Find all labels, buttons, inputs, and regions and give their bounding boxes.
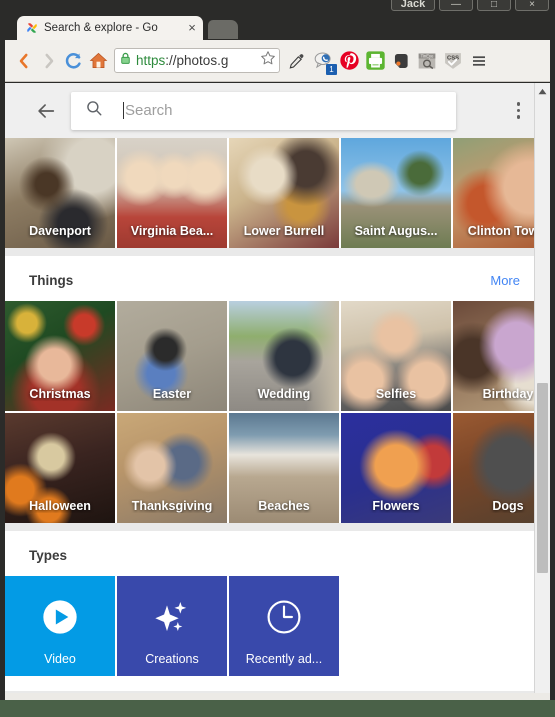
list-item-label: Thanksgiving: [131, 499, 213, 513]
type-item-label: Recently ad...: [245, 652, 323, 666]
navigation-toolbar: https://photos.g 1 TinEye CSS: [5, 40, 550, 82]
things-row-2: Halloween Thanksgiving Beaches Flowers D…: [5, 413, 550, 523]
list-item-label: Halloween: [29, 499, 91, 513]
list-item[interactable]: Easter: [117, 301, 227, 411]
google-photos-pinwheel-icon: [25, 21, 39, 35]
section-things: Things More Christmas Easter Wedding Sel…: [5, 256, 550, 523]
type-item-label: Creations: [145, 652, 199, 666]
list-item[interactable]: Christmas: [5, 301, 115, 411]
list-item-label: Lower Burrell: [243, 224, 325, 238]
list-item-label: Davenport: [29, 224, 91, 238]
list-item-label: Saint Augus...: [354, 224, 438, 238]
type-item-recently-added[interactable]: Recently ad...: [229, 576, 339, 676]
list-item[interactable]: Selfies: [341, 301, 451, 411]
window-controls: Jack — □ ×: [391, 0, 549, 11]
things-row-1: Christmas Easter Wedding Selfies Birthda…: [5, 301, 550, 411]
close-button[interactable]: ×: [515, 0, 549, 11]
bookmark-star-icon[interactable]: [260, 50, 276, 71]
pinterest-icon[interactable]: [336, 48, 362, 74]
section-title: Types: [29, 548, 68, 563]
list-item-label: Beaches: [258, 499, 310, 513]
home-button[interactable]: [86, 48, 111, 74]
list-item[interactable]: Virginia Bea...: [117, 138, 227, 248]
scroll-up-arrow-icon[interactable]: [535, 83, 550, 99]
types-header: Types: [5, 531, 534, 576]
back-button[interactable]: [11, 48, 36, 74]
list-item[interactable]: Halloween: [5, 413, 115, 523]
url-rest: ://photos.g: [165, 53, 229, 68]
css-validator-icon[interactable]: CSS: [440, 48, 466, 74]
address-bar[interactable]: https://photos.g: [114, 48, 280, 73]
hamburger-menu-icon[interactable]: [466, 48, 492, 74]
play-circle-icon: [40, 597, 80, 642]
google-photos-page: Search Davenport Virginia Bea... Lower B…: [5, 83, 550, 693]
browser-window: Jack — □ × Search & explore - Go × https…: [0, 0, 555, 700]
padlock-icon: [120, 52, 132, 70]
page-scrollbar[interactable]: [534, 83, 550, 693]
evernote-icon[interactable]: [388, 48, 414, 74]
tab-title: Search & explore - Go: [44, 22, 158, 34]
printer-icon[interactable]: [362, 48, 388, 74]
svg-text:TinEye: TinEye: [421, 53, 434, 58]
text-caret: [123, 102, 124, 119]
list-item[interactable]: Flowers: [341, 413, 451, 523]
list-item-label: Virginia Bea...: [130, 224, 214, 238]
tineye-icon[interactable]: TinEye: [414, 48, 440, 74]
list-item-label: Selfies: [375, 387, 417, 401]
places-row: Davenport Virginia Bea... Lower Burrell …: [5, 138, 550, 248]
list-item-label: Flowers: [372, 499, 420, 513]
scrollbar-thumb[interactable]: [537, 383, 548, 573]
section-places: Davenport Virginia Bea... Lower Burrell …: [5, 138, 550, 248]
list-item[interactable]: Beaches: [229, 413, 339, 523]
type-item-video[interactable]: Video: [5, 576, 115, 676]
eyedropper-icon[interactable]: [284, 48, 310, 74]
app-back-button[interactable]: [35, 100, 57, 122]
three-dot-menu-icon[interactable]: [501, 102, 520, 119]
url-text: https://photos.g: [136, 53, 259, 68]
tab-close-icon[interactable]: ×: [186, 21, 198, 34]
app-header: Search: [5, 83, 534, 138]
sparkles-icon: [151, 597, 193, 642]
section-types: Types Video Creations Recently ad...: [5, 531, 534, 691]
list-item[interactable]: Thanksgiving: [117, 413, 227, 523]
chat-bubble-icon[interactable]: 1: [310, 48, 337, 75]
things-header: Things More: [5, 256, 534, 301]
list-item[interactable]: Saint Augus...: [341, 138, 451, 248]
page-viewport: Search Davenport Virginia Bea... Lower B…: [5, 83, 550, 693]
maximize-button[interactable]: □: [477, 0, 511, 11]
minimize-button[interactable]: —: [439, 0, 473, 11]
user-name-button[interactable]: Jack: [391, 0, 435, 11]
type-item-creations[interactable]: Creations: [117, 576, 227, 676]
type-item-label: Video: [44, 652, 76, 666]
search-icon: [85, 99, 105, 122]
list-item-label: Easter: [152, 387, 192, 401]
forward-button[interactable]: [36, 48, 61, 74]
things-more-link[interactable]: More: [490, 273, 520, 288]
list-item[interactable]: Lower Burrell: [229, 138, 339, 248]
reload-button[interactable]: [61, 48, 86, 74]
search-input[interactable]: Search: [71, 91, 456, 130]
list-item[interactable]: Wedding: [229, 301, 339, 411]
section-title: Things: [29, 273, 74, 288]
clock-icon: [264, 597, 304, 642]
url-scheme: https: [136, 53, 166, 68]
search-placeholder: Search: [125, 102, 173, 119]
tab-strip: Search & explore - Go ×: [5, 14, 550, 40]
list-item[interactable]: Davenport: [5, 138, 115, 248]
list-item-label: Wedding: [257, 387, 311, 401]
svg-text:CSS: CSS: [447, 55, 459, 61]
new-tab-button[interactable]: [208, 20, 238, 39]
status-strip: [5, 693, 550, 700]
browser-tab[interactable]: Search & explore - Go ×: [17, 16, 203, 40]
list-item-label: Christmas: [29, 387, 91, 401]
types-row: Video Creations Recently ad...: [5, 576, 534, 676]
